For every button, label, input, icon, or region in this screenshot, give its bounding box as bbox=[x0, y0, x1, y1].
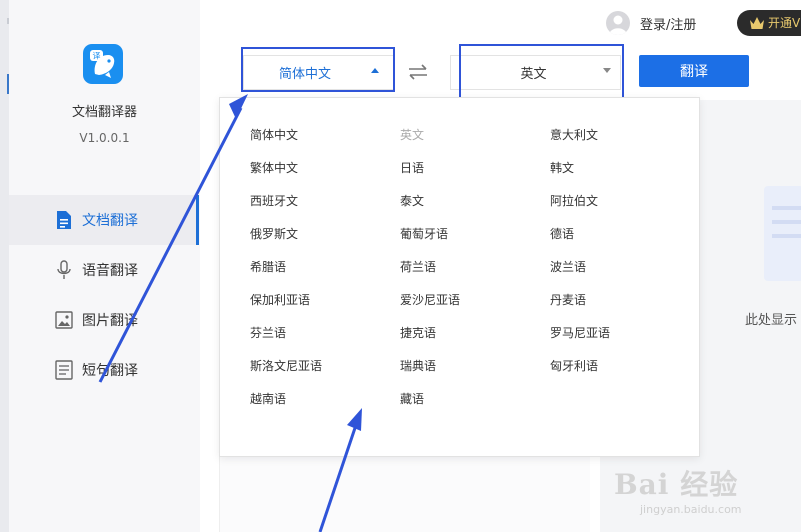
vip-label: 开通V bbox=[768, 16, 801, 30]
swap-languages-icon[interactable] bbox=[406, 60, 430, 84]
language-option[interactable]: 泰文 bbox=[400, 192, 424, 209]
sidebar-item-sentence-translate[interactable]: 短句翻译 bbox=[9, 345, 199, 395]
language-option: 英文 bbox=[400, 128, 425, 142]
sidebar-item-label: 文档翻译 bbox=[82, 213, 138, 229]
translate-button[interactable]: 翻译 bbox=[639, 55, 749, 87]
illustration-line bbox=[772, 220, 801, 224]
language-option[interactable]: 芬兰语 bbox=[250, 324, 286, 341]
app-version: V1.0.0.1 bbox=[79, 131, 130, 145]
result-placeholder: 此处显示 bbox=[745, 313, 798, 328]
language-option[interactable]: 保加利亚语 bbox=[250, 291, 310, 308]
language-option[interactable]: 德语 bbox=[550, 225, 574, 242]
illustration-line bbox=[772, 206, 801, 210]
avatar[interactable] bbox=[606, 11, 630, 35]
edge-marker-blue bbox=[7, 74, 9, 94]
sidebar-item-label: 图片翻译 bbox=[82, 313, 138, 329]
language-option[interactable]: 希腊语 bbox=[250, 258, 286, 275]
language-option[interactable]: 藏语 bbox=[400, 390, 424, 407]
image-icon bbox=[55, 310, 73, 330]
language-option[interactable]: 罗马尼亚语 bbox=[550, 324, 610, 341]
crown-icon bbox=[750, 17, 764, 29]
language-option[interactable]: 西班牙文 bbox=[250, 192, 298, 209]
illustration-line bbox=[772, 234, 801, 238]
language-option[interactable]: 日语 bbox=[400, 159, 424, 176]
language-option[interactable]: 繁体中文 bbox=[250, 159, 298, 176]
language-option[interactable]: 斯洛文尼亚语 bbox=[250, 357, 322, 374]
language-option[interactable]: 意大利文 bbox=[550, 126, 598, 143]
sidebar-item-image-translate[interactable]: 图片翻译 bbox=[9, 295, 199, 345]
sidebar-item-label: 短句翻译 bbox=[82, 363, 138, 379]
language-option[interactable]: 爱沙尼亚语 bbox=[400, 291, 460, 308]
sidebar-item-voice-translate[interactable]: 语音翻译 bbox=[9, 245, 199, 295]
language-option[interactable]: 越南语 bbox=[250, 390, 286, 407]
watermark-logo: Bai 经验 bbox=[614, 468, 739, 501]
document-icon bbox=[55, 210, 73, 230]
watermark-url: jingyan.baidu.com bbox=[640, 503, 742, 516]
login-register-link[interactable]: 登录/注册 bbox=[640, 14, 696, 33]
language-option[interactable]: 简体中文 bbox=[250, 126, 298, 143]
text-icon bbox=[55, 360, 73, 380]
language-option[interactable]: 匈牙利语 bbox=[550, 357, 598, 374]
language-option[interactable]: 丹麦语 bbox=[550, 291, 586, 308]
sidebar-item-label: 语音翻译 bbox=[82, 263, 138, 279]
language-option[interactable]: 韩文 bbox=[550, 159, 574, 176]
language-option[interactable]: 捷克语 bbox=[400, 324, 436, 341]
active-indicator bbox=[196, 195, 199, 245]
annotation-highlight-box bbox=[241, 47, 395, 92]
app-logo-icon: 译 bbox=[83, 44, 123, 84]
annotation-highlight-box bbox=[459, 44, 624, 100]
language-option[interactable]: 荷兰语 bbox=[400, 258, 436, 275]
sidebar-item-document-translate[interactable]: 文档翻译 bbox=[9, 195, 199, 245]
edge-marker bbox=[7, 18, 9, 24]
language-option[interactable]: 俄罗斯文 bbox=[250, 225, 298, 242]
microphone-icon bbox=[55, 260, 73, 280]
svg-text:译: 译 bbox=[93, 52, 101, 61]
app-name: 文档翻译器 bbox=[71, 105, 137, 120]
language-option[interactable]: 波兰语 bbox=[550, 258, 586, 275]
language-option[interactable]: 葡萄牙语 bbox=[400, 225, 448, 242]
language-option[interactable]: 阿拉伯文 bbox=[550, 192, 598, 209]
language-option[interactable]: 瑞典语 bbox=[400, 357, 436, 374]
language-dropdown: 简体中文繁体中文西班牙文俄罗斯文希腊语保加利亚语芬兰语斯洛文尼亚语 越南语 英文日语… bbox=[219, 97, 700, 457]
empty-document-illustration bbox=[764, 186, 801, 281]
